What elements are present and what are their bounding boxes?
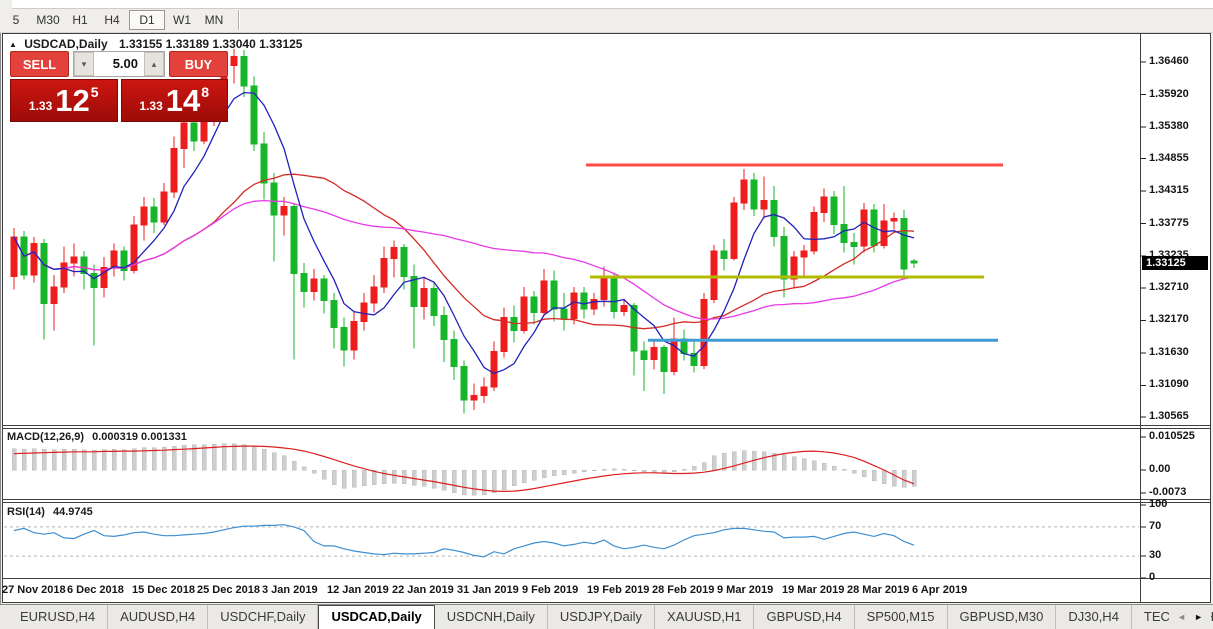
- volume-spinner: ▾ 5.00 ▴: [73, 51, 165, 77]
- chart-tab-sp500-m15[interactable]: SP500,M15: [855, 605, 948, 629]
- trade-widget: SELL ▾ 5.00 ▴ BUY 1.33 12 5 1.33 14 8: [10, 51, 228, 122]
- chart-tab-eurusd-h4[interactable]: EURUSD,H4: [8, 605, 108, 629]
- chart-tab-audusd-h4[interactable]: AUDUSD,H4: [108, 605, 208, 629]
- chart-tab-gbpusd-h4[interactable]: GBPUSD,H4: [754, 605, 854, 629]
- symbol-tabbar: EURUSD,H4AUDUSD,H4USDCHF,DailyUSDCAD,Dai…: [0, 604, 1213, 629]
- chart-tab-usdjpy-daily[interactable]: USDJPY,Daily: [548, 605, 655, 629]
- chart-tab-dj30-h4[interactable]: DJ30,H4: [1056, 605, 1132, 629]
- up-arrow-icon: ▴: [152, 59, 157, 70]
- down-arrow-icon: ▾: [82, 59, 87, 70]
- buy-price-prefix: 1.33: [139, 99, 162, 113]
- tab-scroll-left-button[interactable]: ◄: [1177, 612, 1186, 622]
- buy-button[interactable]: BUY: [169, 51, 228, 77]
- sell-price-sup: 5: [91, 84, 99, 100]
- price-row: 1.33 12 5 1.33 14 8: [10, 79, 228, 122]
- metatrader-screen: 5M30H1H4D1W1MN ▲ USDCAD,Daily 1.33155 1.…: [0, 0, 1213, 629]
- chart-tab-usdchf-daily[interactable]: USDCHF,Daily: [208, 605, 318, 629]
- tab-scroll-right-button[interactable]: ►: [1194, 612, 1203, 622]
- chart-tab-usdcad-daily[interactable]: USDCAD,Daily: [318, 605, 434, 629]
- sell-price-prefix: 1.33: [29, 99, 52, 113]
- sell-button[interactable]: SELL: [10, 51, 69, 77]
- buy-price-box[interactable]: 1.33 14 8: [121, 79, 229, 122]
- chart-tab-xauusd-h1[interactable]: XAUUSD,H1: [655, 605, 754, 629]
- chart-tab-usdcnh-daily[interactable]: USDCNH,Daily: [435, 605, 548, 629]
- sell-price-box[interactable]: 1.33 12 5: [10, 79, 118, 122]
- buy-price-big: 14: [166, 85, 200, 116]
- tab-scroll-arrows: ◄ ►: [1169, 605, 1211, 628]
- volume-decrease-button[interactable]: ▾: [74, 52, 94, 76]
- buy-price-sup: 8: [201, 84, 209, 100]
- volume-increase-button[interactable]: ▴: [144, 52, 164, 76]
- chart-tab-gbpusd-m30[interactable]: GBPUSD,M30: [948, 605, 1057, 629]
- order-row: SELL ▾ 5.00 ▴ BUY: [10, 51, 228, 77]
- sell-price-big: 12: [55, 85, 89, 116]
- volume-input[interactable]: 5.00: [94, 52, 144, 76]
